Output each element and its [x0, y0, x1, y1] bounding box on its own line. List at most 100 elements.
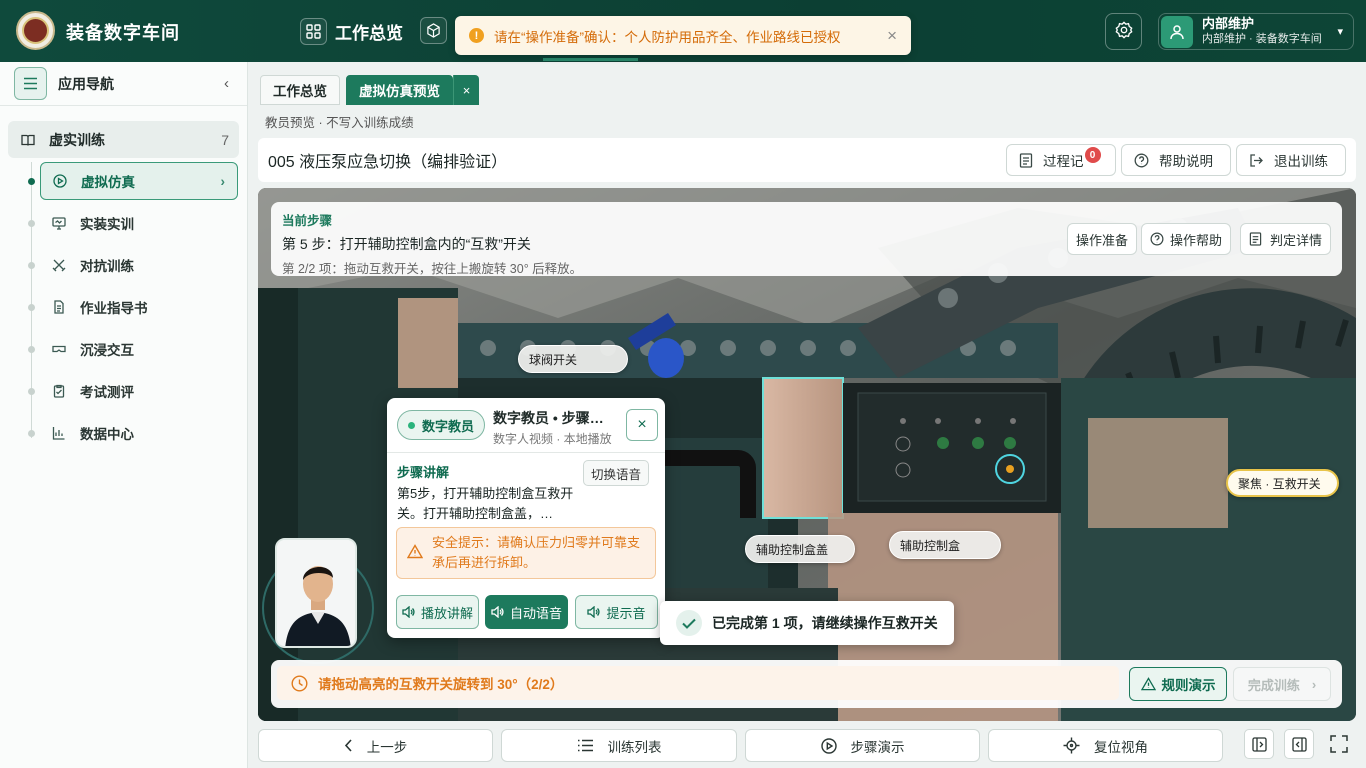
- safety-warning: 安全提示：请确认压力归零并可靠支承后再进行拆卸。: [396, 527, 656, 579]
- sidebar-group-training[interactable]: 虚实训练 7: [8, 121, 239, 158]
- progress-toast: 已完成第 1 项，请继续操作互救开关: [660, 601, 954, 645]
- digital-tutor-panel: 数字教员 数字教员 • 步骤讲解 数字人视频 · 本地播放 × 步骤讲解 切换语…: [387, 398, 665, 638]
- process-log-label: 过程记: [1043, 154, 1084, 169]
- tree-dot: [28, 346, 35, 353]
- tutor-portrait: [275, 538, 357, 648]
- tone-button[interactable]: 提示音: [575, 595, 658, 629]
- count-badge: 0: [1084, 147, 1101, 163]
- tab-overview[interactable]: 工作总览: [260, 75, 340, 105]
- user-menu[interactable]: 内部维护 内部维护 · 装备数字车间 ▾: [1158, 13, 1354, 50]
- tutor-name: 数字教员 • 步骤讲解: [493, 410, 617, 426]
- sidebar-item-label: 数据中心: [80, 427, 134, 442]
- control-box-label[interactable]: 辅助控制盒: [889, 531, 1001, 559]
- operation-help-label: 操作帮助: [1170, 232, 1223, 248]
- finish-label: 完成训练: [1247, 677, 1300, 693]
- play-circle-icon: [820, 737, 837, 754]
- speaker-icon: [402, 606, 415, 618]
- app-title: 装备数字车间: [66, 23, 180, 43]
- tab-close-icon[interactable]: ×: [453, 75, 479, 105]
- list-doc-icon: [1019, 152, 1033, 168]
- tab-virtual-preview[interactable]: 虚拟仿真预览: [346, 75, 453, 105]
- sidebar-item-exam[interactable]: 考试测评: [40, 372, 238, 410]
- settings-button[interactable]: [1105, 13, 1142, 50]
- person-avatar-icon: [277, 540, 355, 646]
- close-icon[interactable]: ×: [626, 409, 658, 441]
- document-icon: [1249, 232, 1262, 246]
- tutor-heading: 步骤讲解: [397, 465, 450, 480]
- hint-message: 请拖动高亮的互救开关旋转到 30°（2/2）: [277, 666, 1119, 700]
- nav-item-overview[interactable]: 工作总览: [300, 16, 403, 46]
- tutor-tag: 数字教员: [397, 410, 486, 440]
- help-label: 帮助说明: [1159, 154, 1213, 169]
- box-lid-label[interactable]: 辅助控制盒盖: [745, 535, 855, 563]
- user-sub: 内部维护 · 装备数字车间: [1202, 33, 1322, 45]
- question-icon: [1134, 153, 1149, 168]
- prev-step-label: 上一步: [366, 739, 408, 755]
- sidebar-item-immersive[interactable]: 沉浸交互: [40, 330, 238, 368]
- monitor-icon: [52, 216, 66, 230]
- focus-switch-label[interactable]: 聚焦 · 互救开关: [1226, 469, 1339, 497]
- collapse-chevron-icon[interactable]: ‹: [224, 75, 229, 92]
- help-button[interactable]: 帮助说明: [1121, 144, 1231, 176]
- exclamation-icon: !: [469, 28, 484, 43]
- hint-bar: 请拖动高亮的互救开关旋转到 30°（2/2） 规则演示 完成训练 ›: [271, 660, 1342, 708]
- simulation-viewport[interactable]: 当前步骤 第 5 步：打开辅助控制盒内的“互救”开关 第 2/2 项：拖动互救开…: [258, 188, 1356, 721]
- play-explain-button[interactable]: 播放讲解: [396, 595, 479, 629]
- tab-bar: 工作总览 虚拟仿真预览 ×: [260, 75, 479, 105]
- page-header: 005 液压泵应急切换（编排验证） 过程记 0 帮助说明 退出训练: [258, 138, 1356, 182]
- play-circle-icon: [53, 174, 67, 188]
- cube-icon[interactable]: [420, 17, 447, 44]
- warning-triangle-icon: [1140, 677, 1156, 691]
- operation-prep-button[interactable]: 操作准备: [1067, 223, 1138, 255]
- chevron-right-icon: ›: [220, 173, 226, 189]
- exit-training-button[interactable]: 退出训练: [1236, 144, 1346, 176]
- panel-left-icon[interactable]: [1244, 729, 1274, 759]
- sidebar-item-virtual-sim[interactable]: 虚拟仿真 ›: [40, 162, 238, 200]
- list-icon: [577, 739, 594, 752]
- progress-toast-text: 已完成第 1 项，请继续操作互救开关: [712, 615, 938, 631]
- operation-help-button[interactable]: 操作帮助: [1141, 223, 1232, 255]
- active-nav-indicator: [543, 58, 638, 61]
- group-label: 虚实训练: [49, 131, 105, 148]
- finish-training-button[interactable]: 完成训练 ›: [1233, 667, 1331, 701]
- sidebar-item-combat[interactable]: 对抗训练: [40, 246, 238, 284]
- fullscreen-icon[interactable]: [1324, 729, 1354, 759]
- panel-right-icon[interactable]: [1284, 729, 1314, 759]
- step-demo-button[interactable]: 步骤演示: [745, 729, 980, 762]
- sidebar-item-real-training[interactable]: 实装实训: [40, 204, 238, 242]
- close-icon[interactable]: ×: [887, 26, 897, 46]
- tutor-tag-label: 数字教员: [422, 418, 475, 434]
- ball-valve-label[interactable]: 球阀开关: [518, 345, 628, 373]
- grid-icon: [300, 17, 327, 45]
- book-icon: [21, 133, 35, 147]
- prev-step-button[interactable]: 上一步: [258, 729, 493, 762]
- judgment-details-button[interactable]: 判定详情: [1240, 223, 1332, 255]
- chevron-right-icon: ›: [1311, 676, 1317, 692]
- sidebar-title: 应用导航: [58, 75, 114, 92]
- switch-voice-button[interactable]: 切换语音: [583, 460, 650, 486]
- sidebar-item-label: 作业指导书: [80, 301, 148, 316]
- page-title: 005 液压泵应急切换（编排验证）: [268, 154, 508, 171]
- reset-view-button[interactable]: 复位视角: [988, 729, 1223, 762]
- clock-icon: [291, 674, 308, 692]
- speaker-icon: [587, 606, 601, 618]
- auto-voice-button[interactable]: 自动语音: [485, 595, 568, 629]
- status-dot: [408, 421, 415, 429]
- check-icon: [676, 610, 702, 636]
- current-step-card: 当前步骤 第 5 步：打开辅助控制盒内的“互救”开关 第 2/2 项：拖动互救开…: [271, 202, 1342, 276]
- warning-toast: ! 请在“操作准备”确认：个人防护用品齐全、作业路线已授权 ×: [455, 16, 911, 55]
- rule-demo-button[interactable]: 规则演示: [1129, 667, 1227, 701]
- user-avatar-icon: [1161, 15, 1193, 48]
- sidebar-item-data[interactable]: 数据中心: [40, 414, 238, 452]
- tree-dot: [28, 430, 35, 437]
- nav-item-label: 工作总览: [335, 23, 403, 43]
- menu-toggle-button[interactable]: [14, 67, 47, 100]
- tutor-body-text: 第5步，打开辅助控制盒互救开关。打开辅助控制盒盖，…: [397, 486, 574, 521]
- process-log-button[interactable]: 过程记 0: [1006, 144, 1116, 176]
- sidebar-item-guide[interactable]: 作业指导书: [40, 288, 238, 326]
- question-icon: [1150, 232, 1164, 246]
- chevron-down-icon: ▾: [1337, 26, 1343, 38]
- warning-triangle-icon: [406, 544, 424, 565]
- training-list-button[interactable]: 训练列表: [501, 729, 737, 762]
- crosshair-icon: [1063, 737, 1080, 754]
